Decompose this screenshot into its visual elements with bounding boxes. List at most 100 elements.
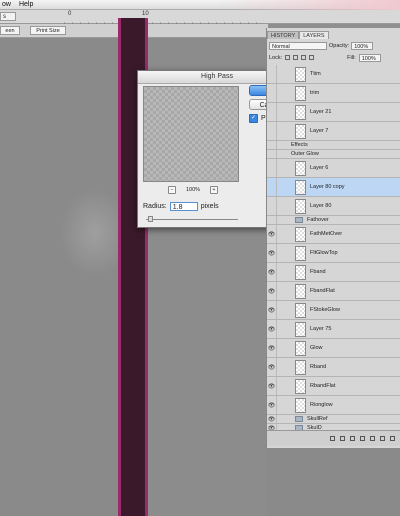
- adjustment-layer-icon[interactable]: [360, 436, 365, 441]
- preview-checkbox[interactable]: ✓: [249, 114, 258, 123]
- layer-thumbnail: [295, 179, 306, 195]
- layer-name: Rionglow: [310, 402, 333, 408]
- layer-row[interactable]: 👁 Rionglow: [267, 396, 400, 415]
- lock-pixels-icon[interactable]: [293, 55, 299, 60]
- tab-history[interactable]: HISTORY: [267, 31, 300, 39]
- trash-icon[interactable]: [390, 436, 395, 441]
- layer-row[interactable]: Layer 80: [267, 197, 400, 216]
- layer-name: Layer 6: [310, 165, 329, 171]
- layer-name: Layer 21: [310, 109, 332, 115]
- menu-help[interactable]: Help: [19, 1, 33, 8]
- eye-icon[interactable]: 👁: [267, 282, 277, 300]
- zoom-out-button[interactable]: −: [168, 186, 176, 194]
- layer-list: Ttim trim Layer 21 Layer 7 Effects Outer Glow…: [267, 65, 400, 442]
- opacity-label: Opacity:: [329, 42, 350, 49]
- layer-row[interactable]: Layer 7: [267, 122, 400, 141]
- eye-icon[interactable]: 👁: [267, 263, 277, 281]
- panel-tabs: HISTORY LAYERS: [267, 31, 329, 39]
- layer-thumbnail: [295, 378, 306, 394]
- layer-row[interactable]: 👁 Rband: [267, 358, 400, 377]
- eye-icon[interactable]: 👁: [267, 339, 277, 357]
- layer-row[interactable]: 👁 FathMetOver: [267, 225, 400, 244]
- layer-name: FathMetOver: [310, 231, 343, 237]
- new-layer-icon[interactable]: [380, 436, 385, 441]
- eye-icon[interactable]: 👁: [267, 225, 277, 243]
- eye-icon[interactable]: [267, 216, 277, 224]
- eye-icon[interactable]: 👁: [267, 301, 277, 319]
- ruler-label: 10: [142, 11, 149, 17]
- add-mask-icon[interactable]: [350, 436, 355, 441]
- eye-icon[interactable]: [267, 122, 277, 140]
- layer-thumbnail: [295, 397, 306, 413]
- eye-icon[interactable]: 👁: [267, 415, 277, 423]
- radius-slider-track[interactable]: [146, 219, 238, 220]
- eye-icon[interactable]: 👁: [267, 244, 277, 262]
- layer-thumbnail: [295, 340, 306, 356]
- workspace-background: [266, 448, 400, 516]
- fill-field[interactable]: 100%: [358, 53, 381, 62]
- canvas-area[interactable]: [0, 38, 130, 516]
- layer-row[interactable]: 👁 SkullRef: [267, 415, 400, 424]
- eye-icon[interactable]: 👁: [267, 358, 277, 376]
- new-group-icon[interactable]: [370, 436, 375, 441]
- radius-label: Radius:: [143, 203, 167, 210]
- layer-thumbnail: [295, 264, 306, 280]
- layer-name: Rband: [310, 364, 327, 370]
- eye-icon[interactable]: [267, 178, 277, 196]
- lock-position-icon[interactable]: [301, 55, 307, 60]
- eye-icon[interactable]: 👁: [267, 320, 277, 338]
- layer-row[interactable]: 👁 FStokeGlow: [267, 301, 400, 320]
- tab-layers[interactable]: LAYERS: [299, 31, 329, 39]
- menu-window[interactable]: ow: [2, 1, 11, 8]
- layer-thumbnail: [295, 302, 306, 318]
- layer-row[interactable]: 👁 RbandFlat: [267, 377, 400, 396]
- zoom-in-button[interactable]: +: [209, 186, 218, 194]
- layer-name: SkullRef: [307, 416, 328, 422]
- layer-row[interactable]: 👁 FltGlowTop: [267, 244, 400, 263]
- layer-row[interactable]: 👁 Fband: [267, 263, 400, 282]
- layer-name: Layer 7: [310, 128, 329, 134]
- eye-icon[interactable]: 👁: [267, 396, 277, 414]
- layers-panel: HISTORY LAYERS Normal Opacity: 100% Lock…: [266, 28, 400, 448]
- eye-icon[interactable]: 👁: [267, 377, 277, 395]
- fit-screen-button[interactable]: een: [0, 26, 20, 35]
- link-layers-icon[interactable]: [330, 436, 335, 441]
- add-style-icon[interactable]: [340, 436, 345, 441]
- layer-row[interactable]: Fathover: [267, 216, 400, 225]
- layer-thumbnail: [295, 66, 306, 82]
- opacity-field[interactable]: 100%: [351, 41, 374, 50]
- layer-name: Layer 75: [310, 326, 332, 332]
- layer-row[interactable]: 👁 Layer 75: [267, 320, 400, 339]
- layer-row[interactable]: trim: [267, 84, 400, 103]
- eye-icon[interactable]: [267, 65, 277, 83]
- radius-slider-thumb[interactable]: [148, 216, 153, 222]
- eye-icon[interactable]: [267, 197, 277, 215]
- layer-row[interactable]: Layer 21: [267, 103, 400, 122]
- layer-row[interactable]: Ttim: [267, 65, 400, 84]
- eye-icon[interactable]: [267, 84, 277, 102]
- tool-preset-dropdown[interactable]: s: [0, 12, 16, 21]
- layer-row[interactable]: Effects: [267, 141, 400, 150]
- filter-preview[interactable]: [143, 86, 239, 182]
- layer-thumbnail: [295, 359, 306, 375]
- eye-icon[interactable]: [267, 159, 277, 177]
- lock-transparency-icon[interactable]: [285, 55, 291, 60]
- eye-icon[interactable]: [267, 103, 277, 121]
- print-size-button[interactable]: Print Size: [30, 26, 66, 35]
- layer-thumbnail: [295, 123, 306, 139]
- lock-all-icon[interactable]: [309, 55, 315, 60]
- layer-row[interactable]: Layer 80 copy: [267, 178, 400, 197]
- eye-icon[interactable]: [267, 141, 277, 149]
- layer-row[interactable]: Layer 6: [267, 159, 400, 178]
- blend-mode-select[interactable]: Normal: [269, 41, 327, 50]
- layer-name: Fband: [310, 269, 326, 275]
- layer-name: Effects: [291, 142, 308, 148]
- menubar-fade: [220, 0, 400, 10]
- layer-name: Layer 80: [310, 203, 332, 209]
- eye-icon[interactable]: [267, 150, 277, 158]
- layer-row[interactable]: 👁 Glow: [267, 339, 400, 358]
- layer-row[interactable]: 👁 FbandFlat: [267, 282, 400, 301]
- layer-name: FltGlowTop: [310, 250, 338, 256]
- radius-input[interactable]: 1.8: [169, 202, 198, 211]
- layer-row[interactable]: Outer Glow: [267, 150, 400, 159]
